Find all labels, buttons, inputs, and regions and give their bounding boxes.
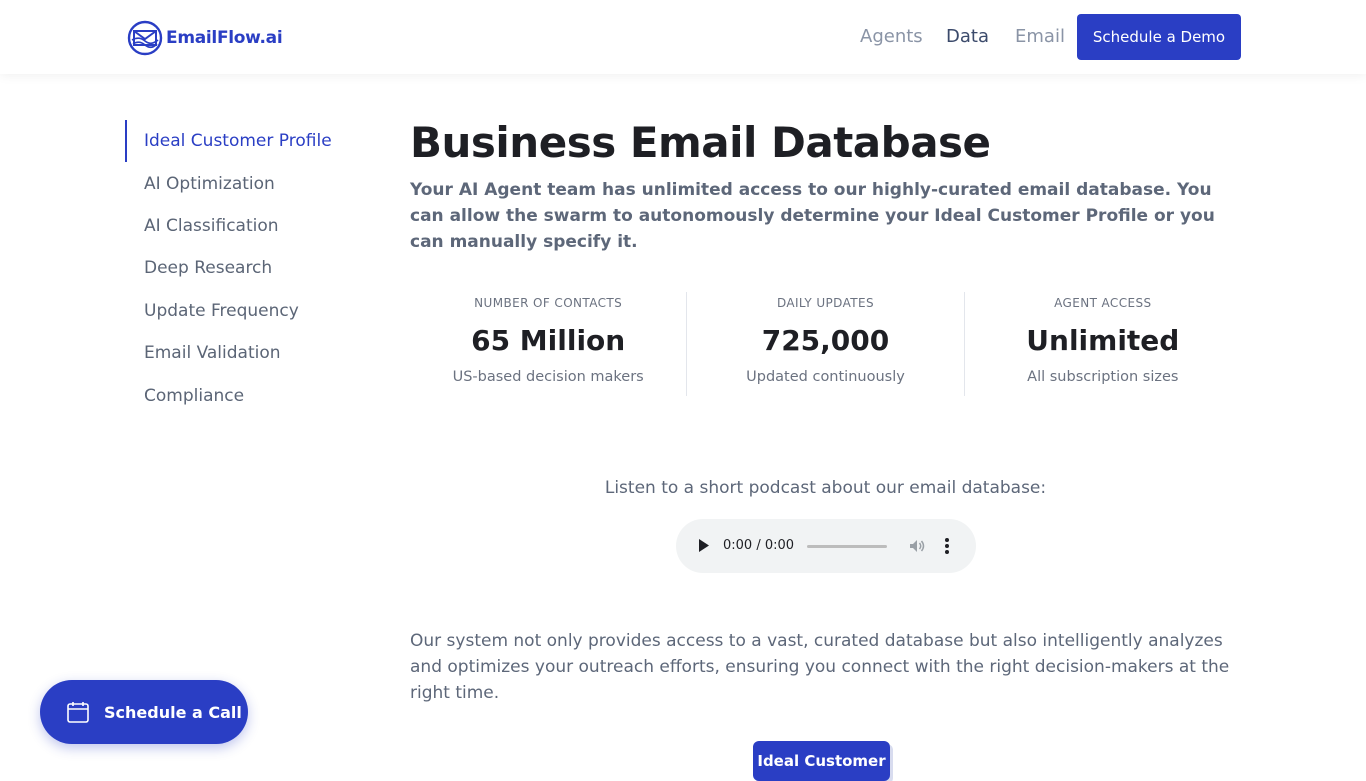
schedule-demo-button[interactable]: Schedule a Demo xyxy=(1077,14,1241,60)
schedule-call-label: Schedule a Call xyxy=(104,702,242,722)
schedule-call-button[interactable]: Schedule a Call xyxy=(40,680,248,744)
stat-contacts: NUMBER OF CONTACTS 65 Million US-based d… xyxy=(410,292,686,396)
body-paragraph: Our system not only provides access to a… xyxy=(410,631,1230,703)
sidebar-nav: Ideal Customer Profile AI Optimization A… xyxy=(125,120,365,417)
logo[interactable]: EmailFlow.ai xyxy=(127,20,283,56)
logo-envelope-globe-icon xyxy=(127,20,163,56)
sidebar-item-compliance[interactable]: Compliance xyxy=(125,374,365,416)
stat-label: NUMBER OF CONTACTS xyxy=(474,296,623,310)
nav-data[interactable]: Data xyxy=(946,26,989,47)
site-header: EmailFlow.ai Agents Data Email Schedule … xyxy=(0,0,1366,74)
diagram-node-ideal-customer: Ideal Customer xyxy=(753,741,890,781)
stat-value: 725,000 xyxy=(761,324,890,357)
more-vertical-icon[interactable] xyxy=(944,537,950,555)
intro-paragraph: Your AI Agent team has unlimited access … xyxy=(410,180,1215,252)
sidebar-item-ideal-customer-profile[interactable]: Ideal Customer Profile xyxy=(125,120,365,163)
stat-daily-updates: DAILY UPDATES 725,000 Updated continuous… xyxy=(686,292,963,396)
stat-caption: Updated continuously xyxy=(746,369,905,385)
sidebar-item-ai-classification[interactable]: AI Classification xyxy=(125,205,365,247)
stat-value: 65 Million xyxy=(471,324,626,357)
stats-row: NUMBER OF CONTACTS 65 Million US-based d… xyxy=(410,292,1241,396)
stat-label: DAILY UPDATES xyxy=(776,296,875,310)
sidebar-item-update-frequency[interactable]: Update Frequency xyxy=(125,290,365,332)
audio-seek-bar[interactable] xyxy=(807,545,887,548)
logo-text: EmailFlow.ai xyxy=(166,28,283,48)
nav-email[interactable]: Email xyxy=(1015,26,1065,47)
stat-caption: US-based decision makers xyxy=(452,369,644,385)
calendar-icon xyxy=(67,702,89,723)
play-icon[interactable] xyxy=(698,538,710,553)
sidebar-item-email-validation[interactable]: Email Validation xyxy=(125,332,365,374)
stat-caption: All subscription sizes xyxy=(1027,369,1179,385)
nav-agents[interactable]: Agents xyxy=(860,26,923,47)
audio-time: 0:00 / 0:00 xyxy=(723,538,795,553)
page-title: Business Email Database xyxy=(410,118,991,167)
stat-agent-access: AGENT ACCESS Unlimited All subscription … xyxy=(963,292,1241,396)
sidebar-item-ai-optimization[interactable]: AI Optimization xyxy=(125,162,365,204)
stat-label: AGENT ACCESS xyxy=(1054,296,1152,310)
audio-player: 0:00 / 0:00 xyxy=(676,519,976,573)
sidebar-item-deep-research[interactable]: Deep Research xyxy=(125,247,365,289)
podcast-prompt: Listen to a short podcast about our emai… xyxy=(604,478,1047,498)
stat-value: Unlimited xyxy=(1026,324,1180,357)
volume-icon[interactable] xyxy=(908,537,926,555)
